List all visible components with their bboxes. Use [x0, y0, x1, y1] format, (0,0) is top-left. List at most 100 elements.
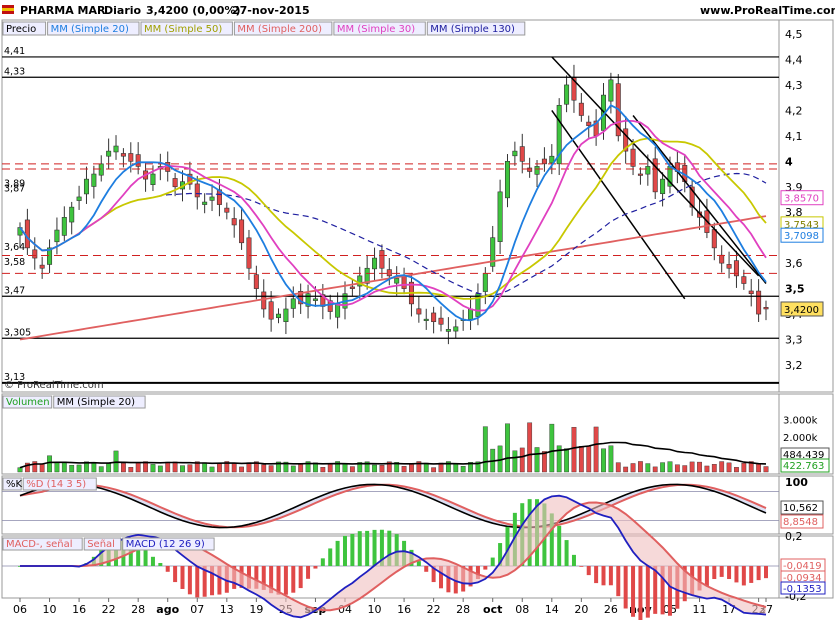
volume-bar	[756, 463, 762, 473]
candle-body	[150, 173, 156, 185]
macd-histogram-bar	[357, 531, 362, 566]
candle-body	[726, 264, 732, 269]
volume-bar	[564, 448, 569, 473]
level-label: 4,33	[4, 66, 25, 77]
candle-body	[261, 291, 267, 310]
volume-bar	[763, 466, 769, 473]
candle-body	[394, 278, 400, 284]
y-tick-label: 3,3	[785, 334, 803, 347]
volume-bar	[290, 465, 296, 473]
candle-body	[763, 307, 769, 310]
macd-histogram-bar	[741, 566, 746, 586]
volume-bar	[231, 463, 237, 473]
volume-bar	[460, 466, 466, 473]
candle-body	[76, 196, 82, 201]
candle-body	[748, 290, 754, 295]
x-tick-label: oct	[483, 603, 502, 616]
volume-bar	[349, 466, 355, 473]
trend-channel-line	[632, 115, 767, 284]
macd-histogram-bar	[173, 566, 178, 583]
macd-histogram-bar	[704, 566, 709, 587]
macd-histogram-bar	[320, 558, 325, 566]
volume-bar	[527, 422, 533, 473]
trend-channel-line	[551, 56, 760, 277]
volume-bar	[298, 464, 304, 473]
candle-body	[312, 298, 318, 301]
candle-body	[578, 102, 584, 116]
level-label: 3,305	[4, 327, 31, 338]
candle-body	[128, 153, 134, 162]
volume-bar	[91, 462, 97, 473]
volume-bar	[32, 461, 38, 473]
macd-histogram-bar	[165, 566, 170, 572]
macd-histogram-bar	[180, 566, 185, 589]
stochastic-d-line	[19, 483, 767, 529]
volume-bar	[342, 463, 348, 473]
legend-label: %K	[6, 479, 23, 490]
x-tick-label: 06	[13, 603, 27, 616]
candle-body	[379, 250, 385, 269]
x-tick-label: 20	[574, 603, 588, 616]
volume-bar	[17, 467, 23, 473]
y-tick-label: 4,1	[785, 130, 803, 143]
volume-bar	[453, 463, 459, 473]
panel-frame-price	[1, 19, 834, 393]
candle-body	[564, 84, 570, 105]
legend-label: MM (Simple 20)	[57, 397, 135, 408]
watermark-text: © ProRealTime.com	[4, 380, 104, 391]
volume-bar	[76, 464, 82, 473]
candle-body	[83, 178, 89, 195]
volume-bar	[482, 426, 488, 473]
stochastic-fill	[20, 484, 766, 528]
volume-bar	[689, 461, 695, 473]
macd-histogram-bar	[298, 566, 303, 589]
candle-body	[290, 298, 296, 309]
volume-bar	[379, 465, 385, 473]
macd-histogram-bar	[638, 566, 643, 620]
chart-svg: 0610162228ago07131925sep0410162228oct081…	[1, 19, 834, 620]
legend-label: MACD (12 26 9)	[126, 539, 205, 550]
macd-histogram-bar	[594, 566, 599, 584]
candle-body	[438, 317, 444, 325]
candle-body	[386, 269, 392, 277]
macd-histogram-bar	[483, 566, 488, 570]
macd-histogram-bar	[342, 535, 347, 566]
y-tick-label: 2.000k	[783, 433, 818, 444]
macd-histogram-bar	[328, 548, 333, 566]
volume-bar	[54, 462, 60, 473]
candle-body	[445, 329, 451, 332]
candle-body	[283, 308, 289, 323]
value-tag: 422.763	[783, 461, 824, 472]
candle-body	[711, 229, 717, 249]
macd-histogram-bar	[158, 562, 163, 566]
candle-body	[202, 201, 208, 205]
value-tag: 3,4200	[784, 305, 819, 316]
x-tick-label: 11	[693, 603, 707, 616]
volume-bar	[711, 464, 717, 473]
macd-histogram-bar	[291, 566, 296, 593]
volume-bar	[372, 464, 377, 473]
macd-histogram-bar	[187, 566, 192, 595]
volume-bar	[39, 463, 45, 473]
candle-body	[372, 257, 378, 270]
macd-histogram-bar	[645, 566, 650, 618]
macd-histogram-bar	[424, 566, 429, 572]
x-tick-label: 28	[456, 603, 470, 616]
macd-histogram-bar	[143, 550, 148, 566]
volume-bar	[261, 464, 267, 473]
x-tick-label: 26	[604, 603, 618, 616]
legend-label: MM (Simple 20)	[51, 24, 129, 35]
legend-label: MM (Simple 200)	[237, 24, 322, 35]
volume-bar	[578, 446, 584, 473]
volume-bar	[741, 463, 747, 473]
macd-histogram-bar	[712, 566, 717, 580]
candle-body	[468, 308, 474, 320]
macd-histogram-bar	[313, 566, 318, 569]
macd-histogram-bar	[608, 566, 613, 586]
volume-bar	[549, 423, 555, 473]
volume-bar	[726, 462, 732, 473]
volume-bar	[69, 465, 75, 473]
x-tick-label: 07	[190, 603, 204, 616]
x-tick-label: 10	[368, 603, 382, 616]
candle-body	[69, 206, 75, 223]
